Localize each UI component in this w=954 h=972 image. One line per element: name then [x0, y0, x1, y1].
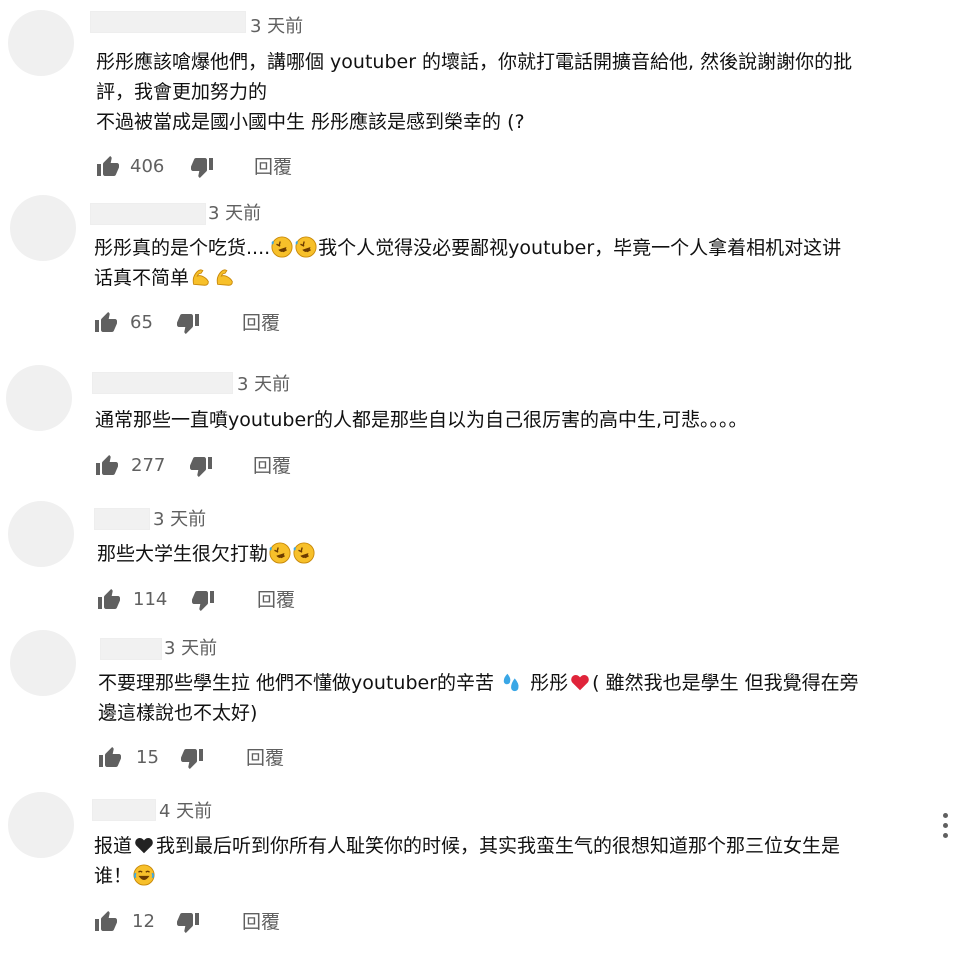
- comment-actions: 15 回覆: [98, 744, 358, 774]
- comment-text-line: 谁！: [94, 861, 840, 891]
- avatar[interactable]: [8, 792, 74, 858]
- like-count: 114: [133, 589, 168, 610]
- avatar[interactable]: [10, 195, 76, 261]
- avatar[interactable]: [10, 630, 76, 696]
- comment-text-line: 不過被當成是國小國中生 彤彤應該是感到榮幸的 (?: [96, 111, 525, 133]
- avatar[interactable]: [8, 10, 74, 76]
- comment-text-line: 那些大学生很欠打勒: [97, 539, 316, 569]
- comment-text-line: 通常那些一直噴youtuber的人都是那些自以为自己很厉害的高中生,可悲。。。。: [95, 409, 748, 431]
- reply-button[interactable]: 回覆: [242, 908, 280, 936]
- comment-text-segment: ( 雖然我也是學生 但我覺得在旁: [592, 672, 859, 694]
- author-name[interactable]: [100, 638, 162, 660]
- like-count: 406: [130, 156, 165, 177]
- comment-text-segment: 不要理那些學生拉 他們不懂做youtuber的辛苦: [98, 672, 495, 694]
- rolling-on-floor-laughing-emoji: [295, 236, 317, 258]
- comment-text: 报道 我到最后听到你所有人耻笑你的时候，其实我蛮生气的很想知道那个那三位女生是 谁…: [94, 831, 840, 891]
- avatar[interactable]: [8, 501, 74, 567]
- like-count: 12: [132, 911, 155, 932]
- comment-text: 通常那些一直噴youtuber的人都是那些自以为自己很厉害的高中生,可悲。。。。: [95, 405, 748, 435]
- face-with-tears-of-joy-emoji: [133, 864, 155, 886]
- author-name[interactable]: [90, 11, 246, 33]
- comment-timestamp[interactable]: 3 天前: [250, 16, 303, 38]
- comment-text-segment: 我到最后听到你所有人耻笑你的时候，其实我蛮生气的很想知道那个那三位女生是: [156, 835, 841, 857]
- comment-text-segment: 报道: [94, 835, 133, 857]
- comment-text-line: 彤彤應該嗆爆他們，講哪個 youtuber 的壞話，你就打電話開擴音給他, 然後…: [96, 51, 853, 73]
- comment-actions: 406 回覆: [96, 153, 356, 183]
- thumb-up-icon[interactable]: [96, 155, 120, 179]
- thumb-up-icon[interactable]: [94, 311, 118, 335]
- comment-text-segment: 谁！: [94, 865, 133, 887]
- comment-text-segment: 彤彤真的是个吃货....: [94, 237, 271, 259]
- reply-button[interactable]: 回覆: [254, 153, 292, 181]
- comment-text: 那些大学生很欠打勒: [97, 539, 316, 569]
- comment-text-segment: 话真不简单: [94, 267, 190, 289]
- thumb-down-icon[interactable]: [176, 910, 200, 934]
- comment-actions: 65 回覆: [94, 309, 354, 339]
- thumb-up-icon[interactable]: [98, 746, 122, 770]
- author-name[interactable]: [94, 508, 150, 530]
- rolling-on-floor-laughing-emoji: [269, 542, 291, 564]
- comment-text-segment: 彤彤: [530, 672, 569, 694]
- reply-button[interactable]: 回覆: [257, 586, 295, 614]
- comment-text-line: 彤彤真的是个吃货.... 我个人觉得没必要鄙视youtuber，毕竟一个人拿着相机…: [94, 233, 841, 263]
- comment-timestamp[interactable]: 4 天前: [159, 801, 212, 823]
- comment-timestamp[interactable]: 3 天前: [237, 374, 290, 396]
- thumb-up-icon[interactable]: [97, 588, 121, 612]
- comment-text-line: 报道 我到最后听到你所有人耻笑你的时候，其实我蛮生气的很想知道那个那三位女生是: [94, 831, 840, 861]
- thumb-down-icon[interactable]: [190, 155, 214, 179]
- comment-text-line: 话真不简单: [94, 263, 841, 293]
- author-name[interactable]: [90, 203, 206, 225]
- thumb-down-icon[interactable]: [189, 454, 213, 478]
- rolling-on-floor-laughing-emoji: [271, 236, 293, 258]
- menu-dot: [942, 813, 948, 818]
- comment-text-line: 不要理那些學生拉 他們不懂做youtuber的辛苦 彤彤 ( 雖然我也是學生 但我…: [98, 668, 859, 698]
- more-vert-icon[interactable]: [940, 813, 950, 843]
- comment-timestamp[interactable]: 3 天前: [164, 638, 217, 660]
- comment-timestamp[interactable]: 3 天前: [208, 203, 261, 225]
- comment-text-segment: 那些大学生很欠打勒: [97, 543, 269, 565]
- comment-text: 彤彤應該嗆爆他們，講哪個 youtuber 的壞話，你就打電話開擴音給他, 然後…: [96, 47, 852, 137]
- thumb-down-icon[interactable]: [176, 311, 200, 335]
- red-heart-emoji: [569, 671, 591, 693]
- comment-text: 彤彤真的是个吃货.... 我个人觉得没必要鄙视youtuber，毕竟一个人拿着相机…: [94, 233, 841, 293]
- flexed-biceps-emoji: [190, 266, 212, 288]
- author-name[interactable]: [92, 372, 233, 394]
- like-count: 65: [130, 312, 153, 333]
- thumb-down-icon[interactable]: [180, 746, 204, 770]
- black-heart-emoji: [133, 834, 155, 856]
- thumb-up-icon[interactable]: [95, 454, 119, 478]
- comment-actions: 277 回覆: [95, 452, 355, 482]
- reply-button[interactable]: 回覆: [246, 744, 284, 772]
- comment-timestamp[interactable]: 3 天前: [153, 509, 206, 531]
- comment-actions: 12 回覆: [94, 908, 354, 938]
- reply-button[interactable]: 回覆: [253, 452, 291, 480]
- thumb-up-icon[interactable]: [94, 910, 118, 934]
- menu-dot: [942, 823, 948, 828]
- reply-button[interactable]: 回覆: [242, 309, 280, 337]
- menu-dot: [942, 833, 948, 838]
- flexed-biceps-emoji: [214, 266, 236, 288]
- comment-actions: 114 回覆: [97, 586, 357, 616]
- comment-text-line: 評，我會更加努力的: [96, 81, 268, 103]
- comment-text-line: 邊這樣說也不太好): [98, 702, 258, 724]
- rolling-on-floor-laughing-emoji: [293, 542, 315, 564]
- like-count: 277: [131, 455, 166, 476]
- avatar[interactable]: [6, 365, 72, 431]
- thumb-down-icon[interactable]: [191, 588, 215, 612]
- sweat-droplets-emoji: [501, 671, 523, 693]
- author-name[interactable]: [92, 799, 156, 821]
- comment-text: 不要理那些學生拉 他們不懂做youtuber的辛苦 彤彤 ( 雖然我也是學生 但我…: [98, 668, 859, 728]
- comment-text-segment: 我个人觉得没必要鄙视youtuber，毕竟一个人拿着相机对这讲: [318, 237, 842, 259]
- like-count: 15: [136, 747, 159, 768]
